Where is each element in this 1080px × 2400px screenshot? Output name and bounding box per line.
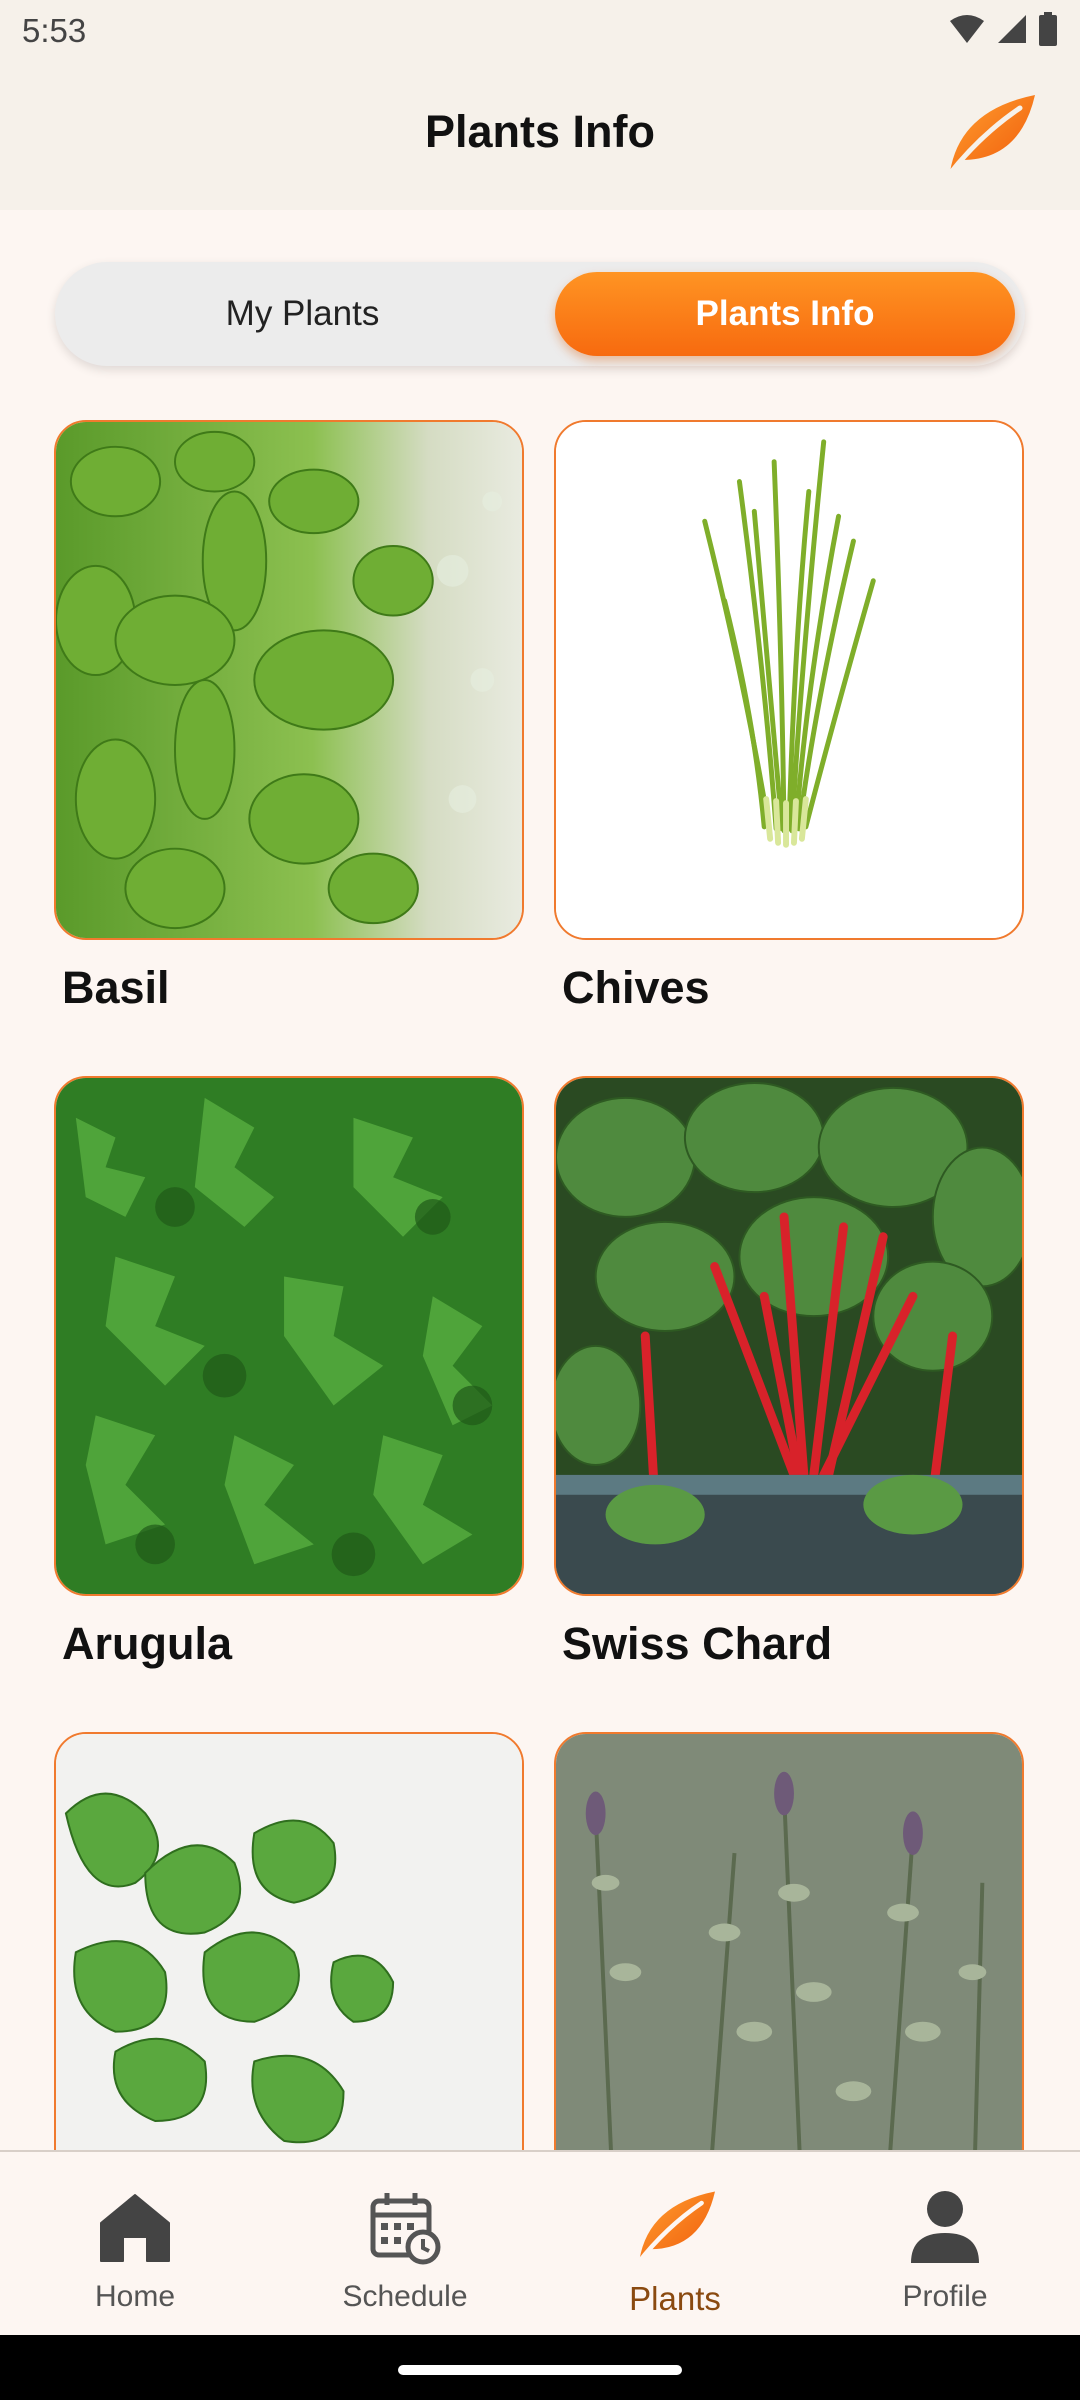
plant-image-arugula	[54, 1076, 524, 1596]
signal-icon	[998, 15, 1026, 43]
system-gesture-bar	[0, 2335, 1080, 2400]
calendar-clock-icon	[370, 2193, 441, 2265]
wifi-icon	[950, 15, 984, 43]
plant-grid: Basil Chives Arugula Swiss Chard	[0, 420, 1080, 2150]
plant-name: Arugula	[62, 1618, 233, 1669]
plant-image-6	[554, 1732, 1024, 2150]
nav-label: Profile	[902, 2280, 988, 2313]
tab-my-plants[interactable]: My Plants	[65, 272, 540, 356]
page-title: Plants Info	[424, 106, 655, 157]
battery-icon	[1039, 12, 1057, 46]
view-toggle: My Plants Plants Info	[55, 262, 1025, 366]
status-bar: 5:53	[0, 0, 1080, 62]
nav-home[interactable]: Home	[0, 2152, 270, 2337]
plant-image-swiss-chard	[554, 1076, 1024, 1596]
plant-card-5[interactable]	[54, 1732, 528, 2150]
bottom-nav: Home Schedule Plants Profile	[0, 2150, 1080, 2337]
tab-plants-info[interactable]: Plants Info	[555, 272, 1015, 356]
leaf-icon	[635, 2191, 715, 2266]
plant-name: Basil	[62, 962, 170, 1013]
plant-card-swiss-chard[interactable]: Swiss Chard	[554, 1076, 1028, 1670]
home-icon	[100, 2194, 170, 2262]
plant-name: Chives	[562, 962, 710, 1013]
person-icon	[911, 2191, 979, 2263]
plant-card-basil[interactable]: Basil	[54, 420, 528, 1014]
nav-schedule[interactable]: Schedule	[270, 2152, 540, 2337]
leaf-icon	[945, 95, 1035, 179]
plant-card-arugula[interactable]: Arugula	[54, 1076, 528, 1670]
nav-label: Plants	[629, 2280, 721, 2317]
gesture-handle[interactable]	[398, 2365, 682, 2375]
nav-plants[interactable]: Plants	[540, 2152, 810, 2337]
plant-image-chives	[554, 420, 1024, 940]
status-icons	[948, 12, 1058, 46]
plant-image-5	[54, 1732, 524, 2150]
plant-name: Swiss Chard	[562, 1618, 833, 1669]
status-time: 5:53	[22, 12, 87, 49]
app-bar: Plants Info	[0, 62, 1080, 210]
plant-card-6[interactable]	[554, 1732, 1028, 2150]
nav-profile[interactable]: Profile	[810, 2152, 1080, 2337]
plant-image-basil	[54, 420, 524, 940]
plant-card-chives[interactable]: Chives	[554, 420, 1028, 1014]
nav-label: Schedule	[342, 2280, 468, 2313]
nav-label: Home	[94, 2280, 176, 2313]
